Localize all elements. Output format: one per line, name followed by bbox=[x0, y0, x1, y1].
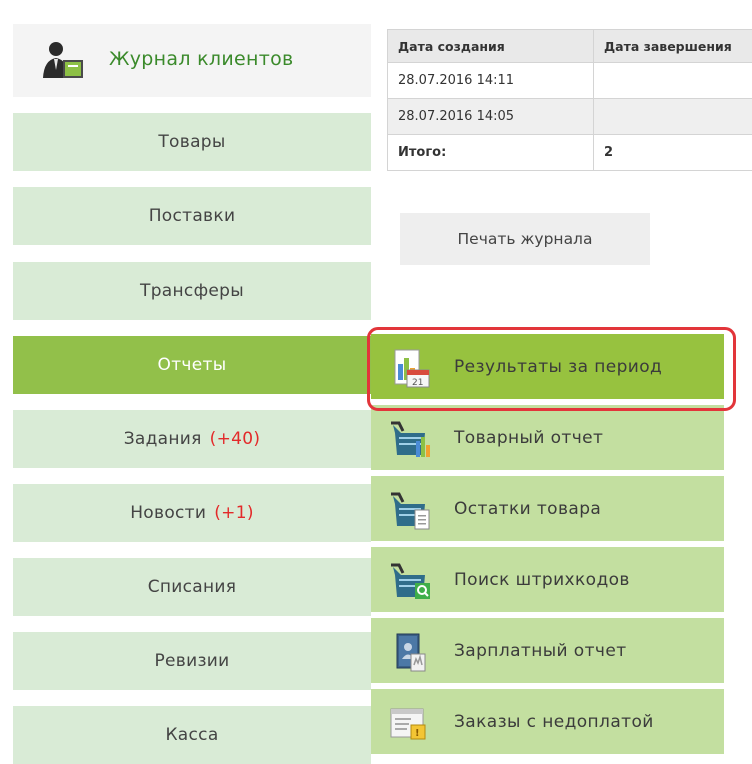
submenu-label: Товарный отчет bbox=[454, 428, 603, 448]
cell-completed bbox=[594, 63, 752, 99]
column-header-created[interactable]: Дата создания bbox=[388, 30, 594, 63]
menu-item-label: Новости bbox=[130, 503, 206, 523]
table-header-row: Дата создания Дата завершения bbox=[388, 30, 752, 63]
journal-table: Дата создания Дата завершения 28.07.2016… bbox=[387, 29, 752, 171]
submenu-goods-report[interactable]: Товарный отчет bbox=[371, 405, 724, 473]
table-row[interactable]: 28.07.2016 14:05 bbox=[388, 99, 752, 135]
menu-item-label: Поставки bbox=[149, 206, 236, 226]
basket-search-icon bbox=[389, 561, 431, 601]
menu-item-writeoffs[interactable]: Списания bbox=[13, 558, 371, 616]
submenu-stock-remains[interactable]: Остатки товара bbox=[371, 476, 724, 544]
print-journal-button[interactable]: Печать журнала bbox=[400, 213, 650, 265]
calendar-chart-icon: 21 bbox=[389, 348, 431, 388]
svg-text:!: ! bbox=[415, 728, 420, 739]
submenu-label: Заказы с недоплатой bbox=[454, 712, 654, 732]
submenu-label: Поиск штрихкодов bbox=[454, 570, 630, 590]
menu-item-transfers[interactable]: Трансферы bbox=[13, 262, 371, 320]
submenu-label: Остатки товара bbox=[454, 499, 601, 519]
cell-completed bbox=[594, 99, 752, 135]
menu-item-label: Отчеты bbox=[158, 355, 227, 375]
total-value: 2 bbox=[594, 135, 752, 171]
submenu-salary-report[interactable]: Зарплатный отчет bbox=[371, 618, 724, 686]
client-journal-title: Журнал клиентов bbox=[109, 48, 294, 70]
news-count-badge: (+1) bbox=[214, 503, 254, 523]
orders-underpaid-icon: ! bbox=[389, 703, 431, 743]
menu-item-audits[interactable]: Ревизии bbox=[13, 632, 371, 690]
user-book-icon bbox=[41, 40, 85, 80]
menu-item-label: Списания bbox=[148, 577, 237, 597]
tasks-count-badge: (+40) bbox=[210, 429, 261, 449]
basket-document-icon bbox=[389, 490, 431, 530]
menu-item-label: Задания bbox=[124, 429, 202, 449]
menu-item-cash[interactable]: Касса bbox=[13, 706, 371, 764]
submenu-underpaid-orders[interactable]: ! Заказы с недоплатой bbox=[371, 689, 724, 757]
menu-item-label: Касса bbox=[165, 725, 218, 745]
menu-item-label: Трансферы bbox=[140, 281, 244, 301]
menu-item-tasks[interactable]: Задания (+40) bbox=[13, 410, 371, 468]
basket-chart-icon bbox=[389, 419, 431, 459]
salary-book-icon bbox=[389, 632, 431, 672]
svg-text:21: 21 bbox=[412, 378, 423, 388]
table-row[interactable]: 28.07.2016 14:11 bbox=[388, 63, 752, 99]
submenu-label: Зарплатный отчет bbox=[454, 641, 627, 661]
cell-created: 28.07.2016 14:05 bbox=[388, 99, 594, 135]
menu-item-label: Ревизии bbox=[154, 651, 229, 671]
submenu-period-results[interactable]: 21 Результаты за период bbox=[371, 334, 724, 402]
total-label: Итого: bbox=[388, 135, 594, 171]
menu-item-label: Товары bbox=[158, 132, 225, 152]
table-total-row: Итого: 2 bbox=[388, 135, 752, 171]
client-journal-header[interactable]: Журнал клиентов bbox=[13, 24, 371, 97]
menu-item-supplies[interactable]: Поставки bbox=[13, 187, 371, 245]
menu-item-news[interactable]: Новости (+1) bbox=[13, 484, 371, 542]
menu-item-reports[interactable]: Отчеты bbox=[13, 336, 371, 394]
submenu-label: Результаты за период bbox=[454, 357, 662, 377]
menu-item-goods[interactable]: Товары bbox=[13, 113, 371, 171]
submenu-barcode-search[interactable]: Поиск штрихкодов bbox=[371, 547, 724, 615]
cell-created: 28.07.2016 14:11 bbox=[388, 63, 594, 99]
column-header-completed[interactable]: Дата завершения bbox=[594, 30, 752, 63]
